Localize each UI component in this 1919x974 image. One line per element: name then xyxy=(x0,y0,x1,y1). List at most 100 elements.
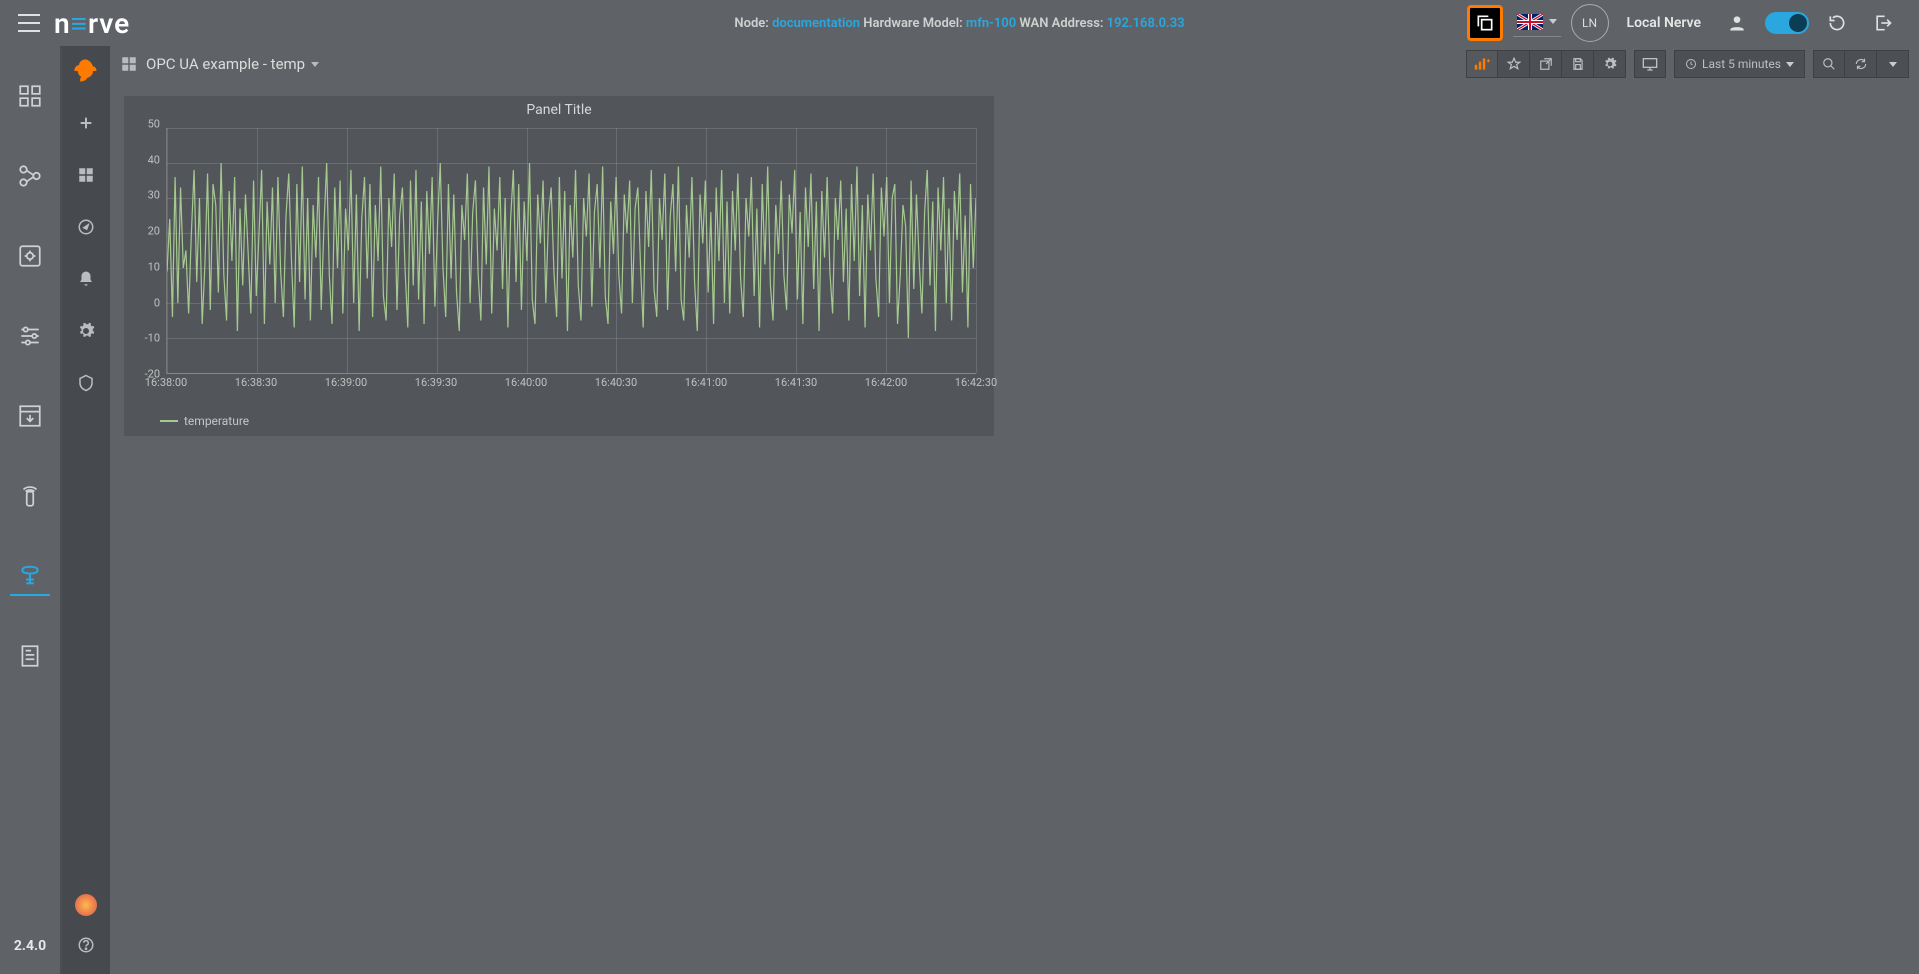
sidebar-dashboard-icon[interactable] xyxy=(10,76,50,116)
grafana-logo-icon[interactable] xyxy=(71,56,101,86)
node-label: Node xyxy=(734,16,765,31)
node-value[interactable]: documentation xyxy=(772,16,860,31)
chevron-down-icon xyxy=(1786,62,1794,67)
x-axis: 16:38:0016:38:3016:39:0016:39:3016:40:00… xyxy=(166,376,976,392)
x-tick: 16:39:30 xyxy=(415,376,457,389)
dashboard-title: OPC UA example - temp xyxy=(146,55,305,73)
logout-icon[interactable] xyxy=(1865,5,1901,41)
grafana-add-icon[interactable] xyxy=(71,108,101,138)
y-tick: -10 xyxy=(145,332,160,345)
grafana-help-icon[interactable] xyxy=(71,930,101,960)
chart-legend[interactable]: temperature xyxy=(124,410,994,436)
nerve-topbar: n≡rve Node: documentation Hardware Model… xyxy=(0,0,1919,46)
chevron-down-icon xyxy=(1549,19,1557,24)
gridline-v xyxy=(257,128,258,373)
chart-panel[interactable]: Panel Title 50403020100-10-20 16:38:0016… xyxy=(124,96,994,436)
x-tick: 16:38:00 xyxy=(145,376,187,389)
sidebar-download-icon[interactable] xyxy=(10,396,50,436)
clock-icon xyxy=(1685,58,1697,70)
gridline-h xyxy=(167,373,976,374)
uk-flag-icon xyxy=(1517,14,1543,30)
x-tick: 16:40:30 xyxy=(595,376,637,389)
grafana-admin-icon[interactable] xyxy=(71,368,101,398)
nerve-sidebar: 2.4.0 xyxy=(0,46,60,974)
gridline-h xyxy=(167,338,976,339)
zoom-out-button[interactable] xyxy=(1813,50,1845,78)
grafana-dashboards-icon[interactable] xyxy=(71,160,101,190)
y-tick: 30 xyxy=(148,189,160,202)
refresh-interval-button[interactable] xyxy=(1877,50,1909,78)
gridline-h xyxy=(167,303,976,304)
x-tick: 16:40:00 xyxy=(505,376,547,389)
time-range-button[interactable]: Last 5 minutes xyxy=(1674,50,1805,78)
grafana-sidebar xyxy=(62,46,110,974)
sidebar-data-icon[interactable] xyxy=(10,556,50,596)
time-range-label: Last 5 minutes xyxy=(1702,57,1781,71)
gridline-h xyxy=(167,233,976,234)
dashboard-title-dropdown[interactable]: OPC UA example - temp xyxy=(146,55,319,73)
version-label: 2.4.0 xyxy=(14,938,46,954)
y-tick: 10 xyxy=(148,260,160,273)
gridline-v xyxy=(976,128,977,373)
y-tick: 0 xyxy=(154,296,160,309)
instance-name: Local Nerve xyxy=(1627,15,1701,31)
grafana-user-avatar[interactable] xyxy=(75,894,97,916)
add-panel-button[interactable] xyxy=(1466,50,1498,78)
gridline-v xyxy=(527,128,528,373)
wan-label: WAN Address xyxy=(1019,16,1099,31)
hw-value[interactable]: mfn-100 xyxy=(966,16,1016,31)
cycle-view-button[interactable] xyxy=(1634,50,1666,78)
grafana-config-icon[interactable] xyxy=(71,316,101,346)
chart-plot[interactable] xyxy=(166,128,976,374)
gridline-h xyxy=(167,163,976,164)
y-tick: 50 xyxy=(148,118,160,131)
x-tick: 16:42:30 xyxy=(955,376,997,389)
grafana-toolbar: Last 5 minutes xyxy=(1458,50,1909,78)
chart-svg xyxy=(167,128,976,373)
copy-to-clipboard-button[interactable] xyxy=(1467,5,1503,41)
topbar-right: LN Local Nerve xyxy=(1467,4,1901,42)
x-tick: 16:42:00 xyxy=(865,376,907,389)
share-button[interactable] xyxy=(1530,50,1562,78)
theme-toggle[interactable] xyxy=(1765,12,1809,34)
chevron-down-icon xyxy=(311,62,319,67)
x-tick: 16:39:00 xyxy=(325,376,367,389)
wan-value[interactable]: 192.168.0.33 xyxy=(1107,16,1185,31)
grafana-content: OPC UA example - temp xyxy=(110,46,1919,974)
grafana-explore-icon[interactable] xyxy=(71,212,101,242)
gridline-v xyxy=(796,128,797,373)
sidebar-remote-icon[interactable] xyxy=(10,476,50,516)
language-selector[interactable] xyxy=(1513,10,1561,37)
star-button[interactable] xyxy=(1498,50,1530,78)
grafana-embed: OPC UA example - temp xyxy=(60,46,1919,974)
save-button[interactable] xyxy=(1562,50,1594,78)
user-badge[interactable]: LN xyxy=(1571,4,1609,42)
user-icon[interactable] xyxy=(1719,5,1755,41)
legend-swatch xyxy=(160,420,178,422)
hamburger-menu-icon[interactable] xyxy=(18,14,40,32)
y-tick: 20 xyxy=(148,225,160,238)
sidebar-network-icon[interactable] xyxy=(10,156,50,196)
gridline-h xyxy=(167,128,976,129)
series-line-temperature xyxy=(167,163,976,338)
refresh-button[interactable] xyxy=(1845,50,1877,78)
chevron-down-icon xyxy=(1889,62,1897,67)
gridline-v xyxy=(347,128,348,373)
gridline-v xyxy=(706,128,707,373)
hw-label: Hardware Model xyxy=(863,16,959,31)
dashboards-grid-icon[interactable] xyxy=(120,55,138,73)
sidebar-sliders-icon[interactable] xyxy=(10,316,50,356)
sidebar-config-icon[interactable] xyxy=(10,236,50,276)
grafana-alerting-icon[interactable] xyxy=(71,264,101,294)
grafana-topbar: OPC UA example - temp xyxy=(110,46,1919,82)
gridline-h xyxy=(167,198,976,199)
gridline-h xyxy=(167,268,976,269)
sidebar-license-icon[interactable] xyxy=(10,636,50,676)
gridline-v xyxy=(616,128,617,373)
x-tick: 16:38:30 xyxy=(235,376,277,389)
nerve-logo: n≡rve xyxy=(54,7,130,40)
node-info: Node: documentation Hardware Model: mfn-… xyxy=(734,16,1184,31)
reboot-icon[interactable] xyxy=(1819,5,1855,41)
gridline-v xyxy=(167,128,168,373)
settings-button[interactable] xyxy=(1594,50,1626,78)
